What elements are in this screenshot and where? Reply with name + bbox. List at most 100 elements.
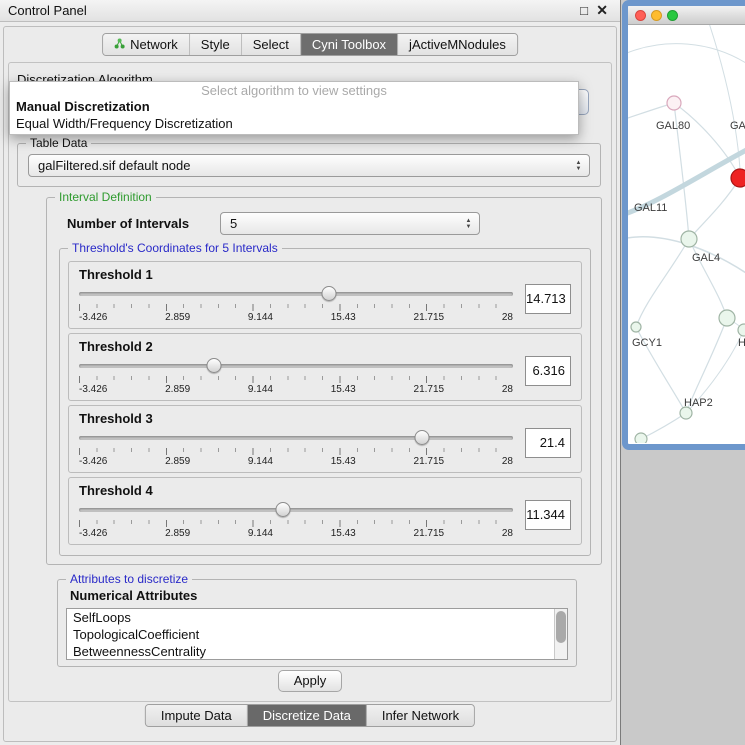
scale-label: 9.144 [248, 456, 273, 467]
close-traffic-light[interactable] [635, 10, 646, 21]
threshold-slider[interactable]: -3.426 2.859 9.144 15.43 21.715 28 [79, 284, 513, 324]
table-data-select[interactable]: galFiltered.sif default node ▲▼ [28, 154, 590, 177]
network-window-titlebar[interactable] [628, 6, 745, 25]
slider-track[interactable] [79, 364, 513, 368]
threshold-slider[interactable]: -3.4262.8599.14415.4321.71528 [79, 428, 513, 468]
scale-label: 28 [502, 384, 513, 395]
network-node-label: GA [730, 120, 745, 132]
scale-label: 15.43 [331, 528, 356, 539]
scale-label: 2.859 [165, 312, 190, 323]
interval-definition-group: Interval Definition Number of Intervals … [46, 197, 602, 565]
numerical-attributes-list[interactable]: SelfLoopsTopologicalCoefficientBetweenne… [66, 608, 568, 660]
attribute-item[interactable]: BetweennessCentrality [67, 643, 567, 660]
top-tab-bar: Network Style SelectCyni Toolbox jActiveMNo… [102, 33, 518, 56]
threshold-label: Threshold 2 [79, 339, 571, 354]
thresholds-legend: Threshold's Coordinates for 5 Intervals [68, 241, 282, 255]
tab-style[interactable]: Style [190, 34, 242, 55]
threshold-slider[interactable]: -3.4262.8599.14415.4321.71528 [79, 356, 513, 396]
bottom-tab-impute-data[interactable]: Impute Data [146, 705, 248, 726]
threshold-value-field[interactable]: 14.713 [525, 284, 571, 314]
scale-label: 28 [502, 528, 513, 539]
numerical-attributes-heading: Numerical Attributes [70, 588, 197, 603]
slider-thumb[interactable] [206, 358, 221, 373]
minimize-traffic-light[interactable] [651, 10, 662, 21]
tab-select[interactable]: Select [242, 34, 301, 55]
scale-label: 21.715 [414, 312, 445, 323]
network-node[interactable] [635, 433, 647, 443]
attributes-group: Attributes to discretize Numerical Attri… [57, 579, 577, 667]
scale-label: 9.144 [248, 384, 273, 395]
combo-arrows-icon: ▲▼ [461, 214, 476, 233]
list-scrollbar-thumb[interactable] [556, 611, 566, 643]
network-node[interactable] [738, 324, 745, 336]
threshold-panel: Threshold 2 -3.4262.8599.14415.4321.7152… [68, 333, 582, 401]
scale-label: 21.715 [414, 528, 445, 539]
scale-label: 2.859 [165, 384, 190, 395]
attribute-list-items: SelfLoopsTopologicalCoefficientBetweenne… [67, 609, 567, 660]
scale-label: -3.426 [79, 384, 107, 395]
tab-jactivemnodules[interactable]: jActiveMNodules [398, 34, 517, 55]
control-panel-title: Control Panel [8, 3, 87, 18]
threshold-panel: Threshold 3 -3.4262.8599.14415.4321.7152… [68, 405, 582, 473]
network-node-label: H [738, 337, 745, 349]
network-node-label: GCY1 [632, 337, 662, 349]
bottom-tab-infer-network[interactable]: Infer Network [367, 705, 474, 726]
table-data-value: galFiltered.sif default node [38, 158, 190, 173]
threshold-value-field[interactable]: 6.316 [525, 356, 571, 386]
threshold-value-field[interactable]: 11.344 [525, 500, 571, 530]
slider-thumb[interactable] [275, 502, 290, 517]
apply-button[interactable]: Apply [278, 670, 342, 692]
float-window-icon[interactable]: □ [580, 3, 588, 18]
scale-label: 15.43 [331, 456, 356, 467]
close-icon[interactable]: ✕ [596, 2, 608, 19]
network-canvas[interactable]: GAL80GAGAL11GAL4GCY1HHAP2 [628, 25, 745, 443]
scale-label: 15.43 [331, 312, 356, 323]
bottom-tab-bar: Impute DataDiscretize DataInfer Network [145, 704, 475, 727]
slider-major-ticks [79, 448, 513, 455]
scale-label: 28 [502, 312, 513, 323]
tab-label: jActiveMNodules [409, 37, 506, 52]
algorithm-option-manual[interactable]: Manual Discretization [10, 98, 578, 115]
scale-label: 21.715 [414, 456, 445, 467]
slider-track[interactable] [79, 508, 513, 512]
scale-label: 15.43 [331, 384, 356, 395]
bottom-tab-discretize-data[interactable]: Discretize Data [248, 705, 367, 726]
number-of-intervals-value: 5 [230, 216, 237, 231]
tab-label: Style [201, 37, 230, 52]
slider-scale-labels: -3.4262.8599.14415.4321.71528 [79, 456, 513, 467]
tab-label: Network [130, 37, 178, 52]
attribute-item[interactable]: SelfLoops [67, 609, 567, 626]
slider-track[interactable] [79, 436, 513, 440]
scale-label: 9.144 [248, 312, 273, 323]
scale-label: -3.426 [79, 312, 107, 323]
threshold-value-field[interactable]: 21.4 [525, 428, 571, 458]
algorithm-hint-item[interactable]: Select algorithm to view settings [10, 83, 578, 98]
cyni-toolbox-panel: Discretization Algorithm Select algorith… [8, 62, 612, 702]
slider-major-ticks [79, 376, 513, 383]
network-node-label: GAL11 [634, 202, 667, 214]
threshold-slider[interactable]: -3.4262.8599.14415.4321.71528 [79, 500, 513, 540]
threshold-panel: Threshold 1 -3.4262.8599.14415.4321.7152… [68, 261, 582, 329]
network-node[interactable] [719, 310, 735, 326]
slider-thumb[interactable] [322, 286, 337, 301]
slider-thumb[interactable] [414, 430, 429, 445]
attribute-item[interactable]: TopologicalCoefficient [67, 626, 567, 643]
tab-cyni-toolbox[interactable]: Cyni Toolbox [301, 34, 398, 55]
network-node-selected[interactable] [731, 169, 745, 187]
slider-major-ticks [79, 304, 513, 311]
number-of-intervals-select[interactable]: 5 ▲▼ [220, 212, 480, 235]
combo-arrows-icon: ▲▼ [571, 156, 586, 175]
slider-track[interactable] [79, 292, 513, 296]
network-node[interactable] [681, 231, 697, 247]
network-node[interactable] [631, 322, 641, 332]
list-scrollbar[interactable] [554, 609, 567, 659]
threshold-panel: Threshold 4 -3.4262.8599.14415.4321.7152… [68, 477, 582, 545]
scale-label: 9.144 [248, 528, 273, 539]
network-node[interactable] [667, 96, 681, 110]
network-view-window: GAL80GAGAL11GAL4GCY1HHAP2 [622, 0, 745, 450]
slider-scale-labels: -3.4262.8599.14415.4321.71528 [79, 384, 513, 395]
network-node-label: HAP2 [684, 397, 713, 409]
tab-network[interactable]: Network [103, 34, 190, 55]
algorithm-option-equal-width[interactable]: Equal Width/Frequency Discretization [10, 115, 578, 132]
zoom-traffic-light[interactable] [667, 10, 678, 21]
